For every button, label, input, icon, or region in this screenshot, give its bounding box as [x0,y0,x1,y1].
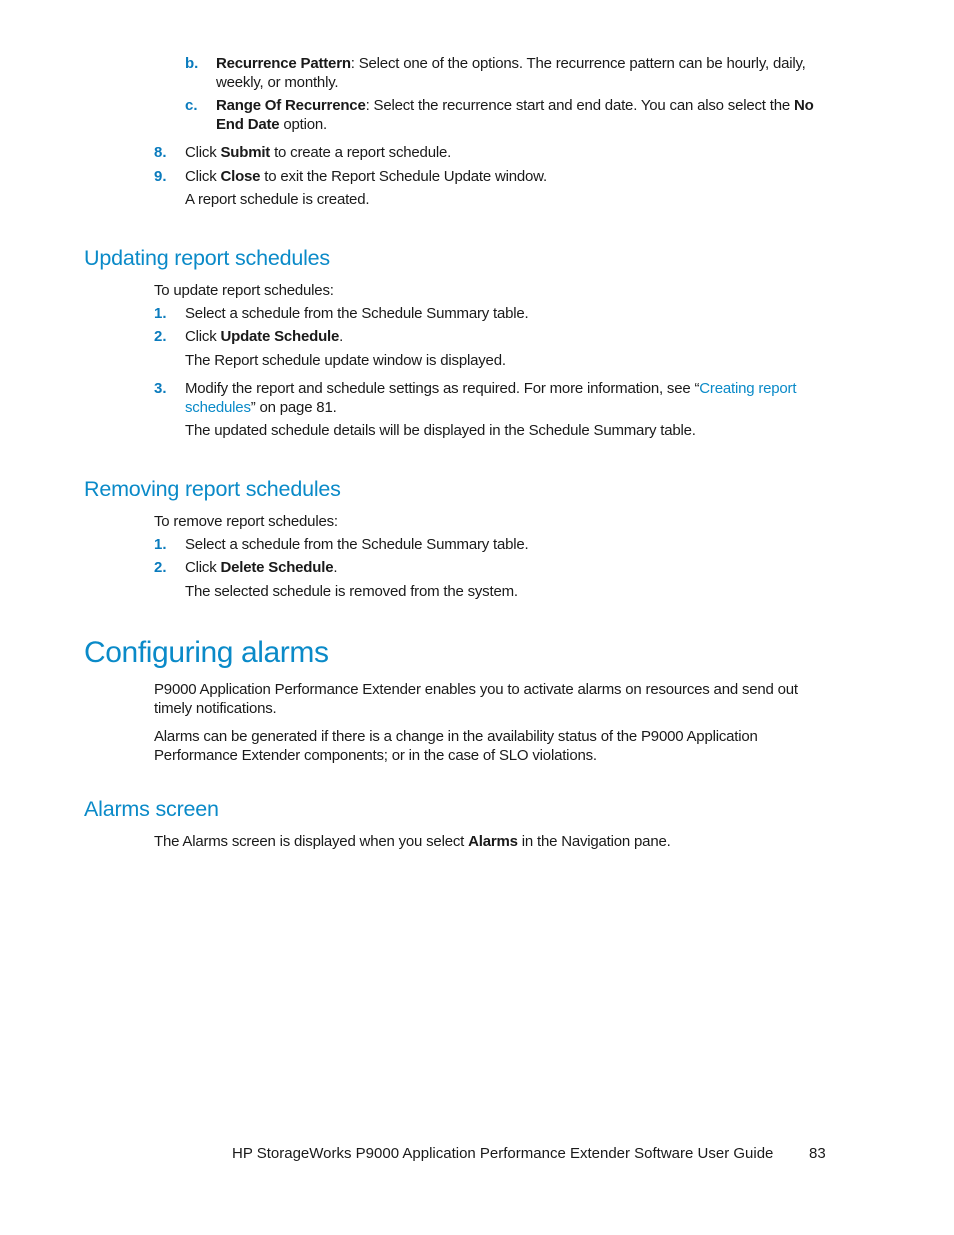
step-text: . [339,328,344,345]
step-result: The Report schedule update window is dis… [185,352,506,369]
description: : Select one of the options. The recurre… [350,55,806,72]
step-text: ” on page 81. [250,399,337,416]
section-intro: To remove report schedules: [154,513,338,530]
paragraph: The Alarms screen is displayed when you … [154,833,469,850]
paragraph: in the Navigation pane. [517,833,671,850]
ui-label: Delete Schedule [220,559,334,576]
step-text: Click [185,559,221,576]
section-intro: To update report schedules: [154,282,334,299]
step-text: Select a schedule from the Schedule Summ… [185,305,529,322]
step-result: The selected schedule is removed from th… [185,583,518,600]
ui-label: Alarms [468,833,518,850]
ui-label: Update Schedule [220,328,340,345]
paragraph-cont: Performance Extender components; or in t… [154,747,597,764]
section-heading-removing: Removing report schedules [84,477,341,501]
step-number: 3. [154,380,167,397]
list-marker: b. [185,55,199,72]
ui-label: Submit [220,144,271,161]
description-cont: weekly, or monthly. [216,74,339,91]
step-text: Click [185,328,221,345]
footer-title: HP StorageWorks P9000 Application Perfor… [232,1145,774,1162]
step-text: . [333,559,338,576]
page-number: 83 [809,1145,826,1162]
step-text: to create a report schedule. [270,144,452,161]
section-heading-alarms-screen: Alarms screen [84,797,219,821]
step-number: 2. [154,559,167,576]
step-result: A report schedule is created. [185,191,370,208]
step-text: Select a schedule from the Schedule Summ… [185,536,529,553]
step-text: Click [185,168,221,185]
step-result: The updated schedule details will be dis… [185,422,696,439]
step-text: Modify the report and schedule settings … [185,380,700,397]
step-text: to exit the Report Schedule Update windo… [260,168,547,185]
step-number: 1. [154,536,167,553]
ui-label: Close [220,168,261,185]
step-number: 9. [154,168,167,185]
description: : Select the recurrence start and end da… [365,97,794,114]
step-number: 2. [154,328,167,345]
step-text: Click [185,144,221,161]
paragraph: P9000 Application Performance Extender e… [154,681,798,698]
chapter-heading-configuring-alarms: Configuring alarms [84,636,329,669]
list-marker: c. [185,97,198,114]
term: End Date [216,116,280,133]
section-heading-updating: Updating report schedules [84,246,330,270]
step-number: 1. [154,305,167,322]
paragraph: Alarms can be generated if there is a ch… [154,728,758,745]
step-number: 8. [154,144,167,161]
description: option. [279,116,328,133]
term: No [793,97,814,114]
cross-reference-link[interactable]: Creating report [699,380,796,397]
term: Range Of Recurrence [216,97,366,114]
term: Recurrence Pattern [216,55,351,72]
paragraph-cont: timely notifications. [154,700,277,717]
cross-reference-link-cont[interactable]: schedules [185,399,251,416]
